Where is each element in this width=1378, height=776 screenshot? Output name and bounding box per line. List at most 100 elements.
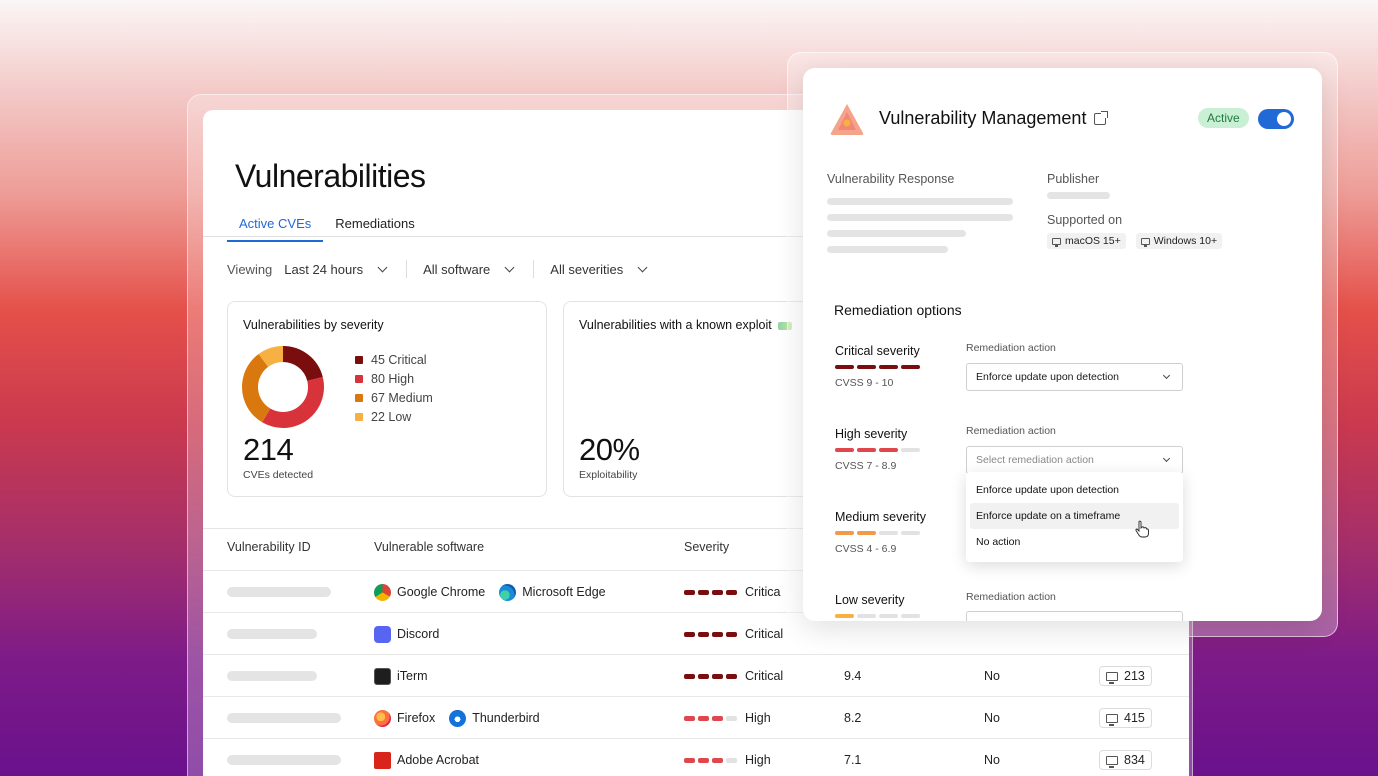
category-label: Vulnerability Response <box>827 172 955 186</box>
severity-bars <box>684 757 737 763</box>
severity-bar-segment <box>726 589 737 595</box>
severity-bar-segment <box>726 631 737 637</box>
severity-bar-segment <box>879 365 898 369</box>
cvss-range: CVSS 4 - 6.9 <box>835 543 897 555</box>
vuln-id-cell <box>227 571 331 613</box>
header-vulnerable-software[interactable]: Vulnerable software <box>374 540 484 554</box>
placeholder-line <box>227 629 317 639</box>
severity-bar-segment <box>835 448 854 452</box>
severity-filter[interactable]: All severities <box>550 261 648 277</box>
severity-name: High severity <box>835 427 908 441</box>
software-name: Google Chrome <box>397 585 486 599</box>
severity-bar-segment <box>857 448 876 452</box>
severity-bars <box>835 365 920 369</box>
tab-active-cves[interactable]: Active CVEs <box>227 214 324 242</box>
cvss-score: 7.1 <box>844 753 862 767</box>
table-row[interactable]: Adobe Acrobat High 7.1 No 834 <box>203 738 1189 776</box>
tab-remediations[interactable]: Remediations <box>323 214 427 242</box>
severity-bars <box>684 631 737 637</box>
severity-bar-segment <box>857 365 876 369</box>
legend-item: 67 Medium <box>355 388 433 407</box>
low-remediation-select[interactable] <box>966 611 1183 621</box>
option-enforce-on-detection[interactable]: Enforce update upon detection <box>970 477 1179 503</box>
severity-filter-value: All severities <box>550 261 624 277</box>
high-remediation-select[interactable]: Select remediation action <box>966 446 1183 474</box>
severity-bars <box>684 673 737 679</box>
exploit-panel-title: Vulnerabilities with a known exploit <box>579 318 792 332</box>
table-row[interactable]: iTerm Critical 9.4 No 213 <box>203 654 1189 696</box>
placeholder-line <box>827 198 1013 205</box>
external-link-icon[interactable] <box>1094 110 1109 125</box>
devices-badge[interactable]: 213 <box>1099 666 1152 686</box>
select-value: Enforce update upon detection <box>976 371 1120 383</box>
table-row[interactable]: Firefox Thunderbird High 8.2 No 415 <box>203 696 1189 738</box>
app-icon <box>374 667 391 685</box>
monitor-icon <box>1106 671 1118 684</box>
devices-badge[interactable]: 415 <box>1099 708 1152 728</box>
software-item[interactable]: Microsoft Edge <box>499 583 606 601</box>
software-cell: Firefox Thunderbird <box>374 697 554 739</box>
severity-bars <box>684 589 737 595</box>
severity-bar-segment <box>684 631 695 637</box>
legend-item: 45 Critical <box>355 350 433 369</box>
chevron-down-icon <box>637 262 648 272</box>
legend-swatch <box>355 374 363 383</box>
exploit-cell: No <box>984 711 1000 725</box>
severity-panel-title: Vulnerabilities by severity <box>243 318 384 332</box>
legend-label: 67 Medium <box>371 390 433 405</box>
severity-bar-segment <box>901 614 920 618</box>
severity-bar-segment <box>901 531 920 535</box>
overlay-title: Vulnerability Management <box>879 108 1109 129</box>
cves-total-label: CVEs detected <box>243 469 314 481</box>
enable-toggle[interactable] <box>1258 109 1294 129</box>
severity-bar-segment <box>726 757 737 763</box>
software-item[interactable]: Discord <box>374 625 439 643</box>
header-vulnerability-id[interactable]: Vulnerability ID <box>227 540 311 554</box>
legend-label: 45 Critical <box>371 352 427 367</box>
hand-cursor-icon <box>1135 520 1149 538</box>
exploitability-value: 20% <box>579 432 640 467</box>
software-name: Microsoft Edge <box>522 585 606 599</box>
severity-name: Critical severity <box>835 344 920 358</box>
severity-bar-segment <box>712 757 723 763</box>
software-filter[interactable]: All software <box>423 262 515 277</box>
severity-bar-segment <box>726 673 737 679</box>
severity-bar-segment <box>835 614 854 618</box>
critical-remediation-select[interactable]: Enforce update upon detection <box>966 363 1183 391</box>
vulnerability-management-panel: Vulnerability Management Active Vulnerab… <box>803 68 1322 621</box>
software-item[interactable]: Google Chrome <box>374 583 486 601</box>
severity-bar-segment <box>684 589 695 595</box>
severity-block-high: High severity CVSS 7 - 8.9 <box>835 427 920 472</box>
devices-count: 415 <box>1124 711 1145 725</box>
monitor-icon <box>1106 713 1118 726</box>
legend-label: 22 Low <box>371 409 412 424</box>
legend-swatch <box>355 393 363 402</box>
severity-bar-segment <box>835 531 854 535</box>
placeholder-line <box>827 230 966 237</box>
header-severity[interactable]: Severity <box>684 540 729 554</box>
software-item[interactable]: Firefox <box>374 709 435 727</box>
time-filter[interactable]: Last 24 hours <box>284 262 388 277</box>
vuln-id-cell <box>227 613 317 655</box>
severity-label: High <box>745 711 771 725</box>
filter-divider <box>406 260 408 278</box>
software-item[interactable]: Adobe Acrobat <box>374 751 479 769</box>
devices-count: 834 <box>1124 753 1145 767</box>
exploitability-label: Exploitability <box>579 469 638 481</box>
severity-bars <box>835 448 920 452</box>
severity-bar-segment <box>698 757 709 763</box>
platform-chips: macOS 15+ Windows 10+ <box>1047 233 1232 249</box>
severity-bar-segment <box>684 715 695 721</box>
monitor-icon <box>1140 237 1150 247</box>
app-icon <box>499 583 517 601</box>
vuln-id-cell <box>227 739 341 776</box>
exploit-panel-title-text: Vulnerabilities with a known exploit <box>579 318 772 332</box>
chevron-down-icon <box>504 262 515 272</box>
exploit-cell: No <box>984 669 1000 683</box>
cvss-score: 8.2 <box>844 711 862 725</box>
severity-block-low: Low severity <box>835 593 920 618</box>
software-item[interactable]: iTerm <box>374 667 428 685</box>
severity-bar-segment <box>698 589 709 595</box>
devices-badge[interactable]: 834 <box>1099 750 1152 770</box>
software-item[interactable]: Thunderbird <box>449 709 540 727</box>
